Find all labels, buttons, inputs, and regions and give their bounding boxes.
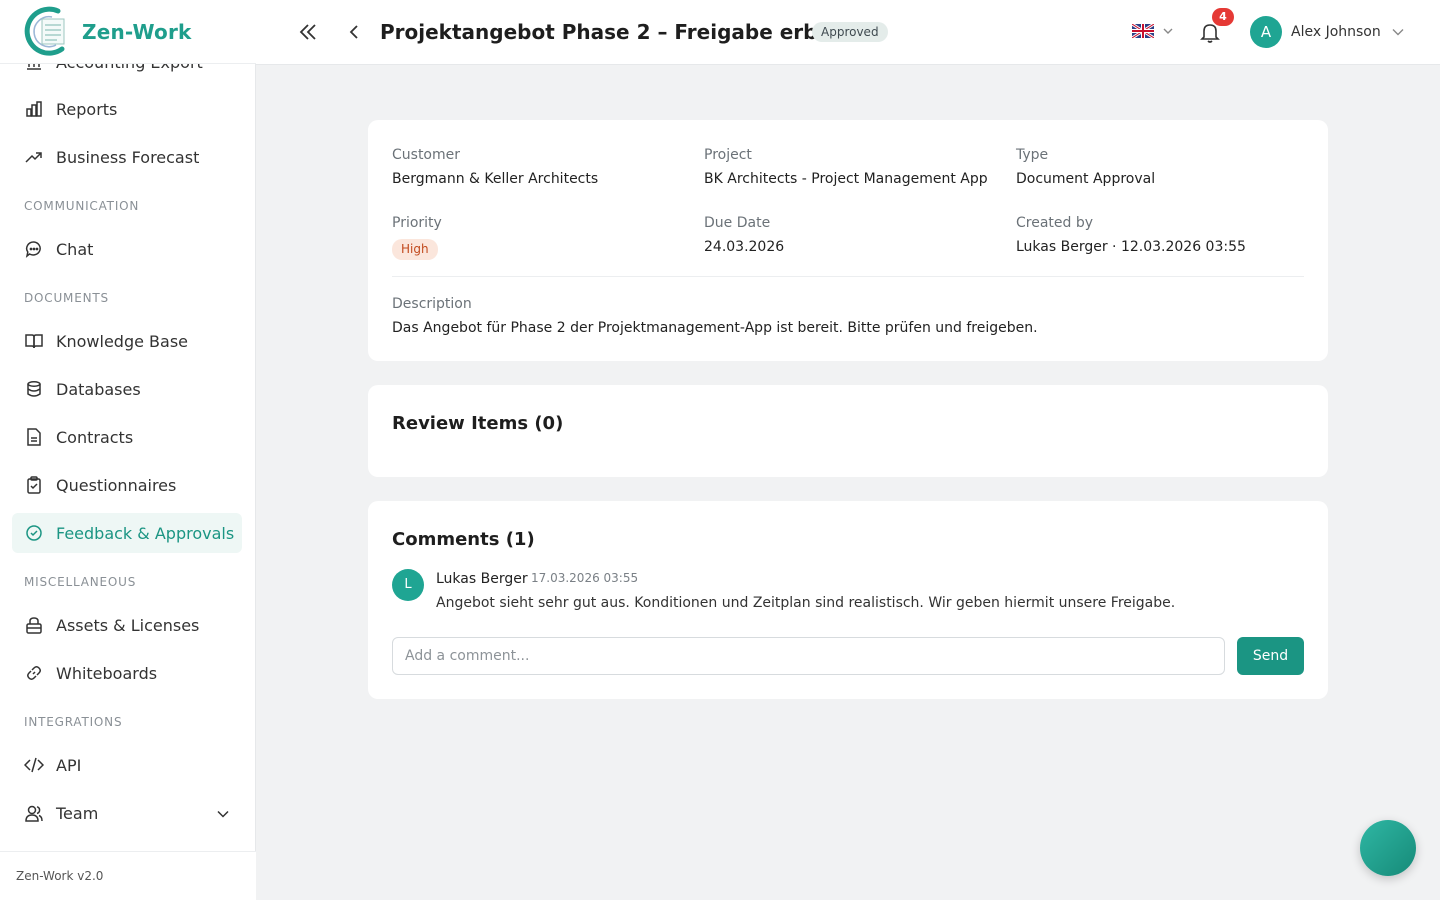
details-card: Customer Bergmann & Keller Architects Pr… bbox=[368, 120, 1328, 361]
comment-author: Lukas Berger bbox=[436, 571, 528, 587]
language-selector[interactable] bbox=[1132, 24, 1174, 38]
back-button[interactable] bbox=[342, 20, 366, 44]
open-book-icon bbox=[24, 331, 44, 351]
database-icon bbox=[24, 379, 44, 399]
sidebar-item-label: Team bbox=[56, 803, 99, 823]
floating-action-button[interactable] bbox=[1360, 820, 1416, 876]
created-by-value: Lukas Berger · 12.03.2026 03:55 bbox=[1016, 239, 1246, 255]
chat-bubble-icon bbox=[24, 239, 44, 259]
brand[interactable]: Zen-Work bbox=[0, 0, 256, 64]
comment-timestamp: 17.03.2026 03:55 bbox=[531, 571, 639, 585]
users-icon bbox=[24, 803, 44, 823]
sidebar-item-label: Knowledge Base bbox=[56, 331, 188, 351]
sidebar-item-label: Contracts bbox=[56, 427, 134, 447]
sidebar-item-label: API bbox=[56, 755, 82, 775]
check-circle-icon bbox=[24, 523, 44, 543]
review-items-card: Review Items (0) bbox=[368, 385, 1328, 477]
due-date-label: Due Date bbox=[704, 215, 771, 231]
type-label: Type bbox=[1016, 147, 1049, 163]
chevron-left-icon bbox=[349, 25, 358, 39]
project-value: BK Architects - Project Management App bbox=[704, 171, 988, 187]
sidebar-item-api[interactable]: API bbox=[12, 745, 242, 785]
priority-badge: High bbox=[392, 239, 438, 260]
comments-card: Comments (1) L Lukas Berger 17.03.2026 0… bbox=[368, 501, 1328, 699]
sidebar-nav: Accounting Export Reports Business Forec… bbox=[0, 40, 256, 848]
trend-up-icon bbox=[24, 147, 44, 167]
send-button[interactable]: Send bbox=[1237, 637, 1304, 675]
zen-work-logo bbox=[24, 6, 65, 56]
sidebar-item-label: Databases bbox=[56, 379, 141, 399]
divider bbox=[392, 276, 1304, 277]
page-title: Projektangebot Phase 2 – Freigabe erbete… bbox=[380, 20, 869, 44]
created-by-label: Created by bbox=[1016, 215, 1094, 231]
bar-chart-icon bbox=[24, 99, 44, 119]
user-name: Alex Johnson bbox=[1291, 24, 1381, 40]
description-label: Description bbox=[392, 296, 472, 312]
comment-input[interactable] bbox=[392, 637, 1225, 675]
sidebar: Zen-Work Accounting Export Reports Busin… bbox=[0, 0, 256, 900]
sidebar-item-questionnaires[interactable]: Questionnaires bbox=[12, 465, 242, 505]
sidebar-item-label: Questionnaires bbox=[56, 475, 177, 495]
avatar: L bbox=[392, 569, 424, 601]
sidebar-item-team[interactable]: Team bbox=[12, 793, 242, 833]
priority-label: Priority bbox=[392, 215, 442, 231]
sidebar-item-label: Assets & Licenses bbox=[56, 615, 200, 635]
app-version: Zen-Work v2.0 bbox=[0, 851, 256, 900]
sidebar-item-chat[interactable]: Chat bbox=[12, 229, 242, 269]
customer-value: Bergmann & Keller Architects bbox=[392, 171, 599, 187]
due-date-value: 24.03.2026 bbox=[704, 239, 785, 255]
sidebar-item-assets-licenses[interactable]: Assets & Licenses bbox=[12, 605, 242, 645]
comment-text: Angebot sieht sehr gut aus. Konditionen … bbox=[436, 595, 1176, 611]
chevron-down-icon bbox=[1392, 29, 1404, 36]
description-text: Das Angebot für Phase 2 der Projektmanag… bbox=[392, 320, 1038, 336]
document-icon bbox=[24, 427, 44, 447]
sidebar-item-label: Chat bbox=[56, 239, 94, 259]
sidebar-item-contracts[interactable]: Contracts bbox=[12, 417, 242, 457]
brand-name: Zen-Work bbox=[82, 19, 192, 44]
customer-label: Customer bbox=[392, 147, 461, 163]
clipboard-check-icon bbox=[24, 475, 44, 495]
sidebar-item-reports[interactable]: Reports bbox=[12, 89, 242, 129]
chevron-down-icon bbox=[1163, 28, 1173, 34]
project-label: Project bbox=[704, 147, 752, 163]
sidebar-item-knowledge-base[interactable]: Knowledge Base bbox=[12, 321, 242, 361]
uk-flag-icon bbox=[1132, 24, 1154, 38]
section-communication: COMMUNICATION bbox=[24, 199, 140, 213]
sidebar-item-whiteboards[interactable]: Whiteboards bbox=[12, 653, 242, 693]
notification-count-badge: 4 bbox=[1212, 8, 1234, 26]
code-icon bbox=[24, 755, 44, 775]
sidebar-item-business-forecast[interactable]: Business Forecast bbox=[12, 137, 242, 177]
link-icon bbox=[24, 663, 44, 683]
section-integrations: INTEGRATIONS bbox=[24, 715, 123, 729]
user-menu[interactable]: A Alex Johnson bbox=[1250, 16, 1405, 48]
double-chevron-left-icon bbox=[299, 24, 316, 40]
type-value: Document Approval bbox=[1016, 171, 1156, 187]
avatar: A bbox=[1250, 16, 1282, 48]
sidebar-item-label: Whiteboards bbox=[56, 663, 158, 683]
sidebar-item-label: Feedback & Approvals bbox=[56, 523, 235, 543]
sidebar-item-label: Business Forecast bbox=[56, 147, 200, 167]
review-items-title: Review Items (0) bbox=[392, 413, 564, 434]
status-badge: Approved bbox=[812, 22, 888, 42]
sidebar-item-label: Reports bbox=[56, 99, 118, 119]
section-miscellaneous: MISCELLANEOUS bbox=[24, 575, 137, 589]
section-documents: DOCUMENTS bbox=[24, 291, 109, 305]
collapse-sidebar-button[interactable] bbox=[296, 20, 320, 44]
chevron-down-icon[interactable] bbox=[216, 806, 230, 825]
comments-title: Comments (1) bbox=[392, 529, 535, 550]
sidebar-item-feedback-approvals[interactable]: Feedback & Approvals bbox=[12, 513, 242, 553]
top-header: Projektangebot Phase 2 – Freigabe erbete… bbox=[256, 0, 1440, 65]
lock-box-icon bbox=[24, 615, 44, 635]
sidebar-item-databases[interactable]: Databases bbox=[12, 369, 242, 409]
